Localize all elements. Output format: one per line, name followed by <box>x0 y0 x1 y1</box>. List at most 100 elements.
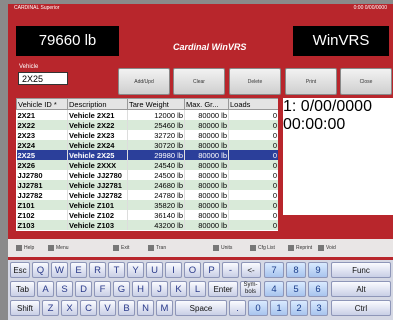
key-period[interactable]: . <box>229 300 246 316</box>
delete-button[interactable]: Delete <box>229 68 281 95</box>
table-row[interactable]: Z103 Vehicle Z103 43200 lb 80000 lb 0 <box>16 220 278 230</box>
key-1[interactable]: 1 <box>270 300 288 316</box>
key-alt[interactable]: Alt <box>331 281 391 297</box>
key-4[interactable]: 4 <box>264 281 284 297</box>
key-b[interactable]: B <box>118 300 135 316</box>
cfg-list-icon <box>250 244 256 251</box>
table-row[interactable]: Z101 Vehicle Z101 35820 lb 80000 lb 0 <box>16 200 278 210</box>
key-x[interactable]: X <box>61 300 78 316</box>
key-o[interactable]: O <box>184 262 201 278</box>
key-shift[interactable]: Shift <box>10 300 40 316</box>
key-v[interactable]: V <box>99 300 116 316</box>
cell-description: Vehicle 2XXX <box>67 160 128 170</box>
table-row[interactable]: 2X23 Vehicle 2X23 32720 lb 80000 lb 0 <box>16 130 278 140</box>
key-g[interactable]: G <box>113 281 130 297</box>
key-f[interactable]: F <box>94 281 111 297</box>
cell-tare-weight: 29980 lb <box>127 150 185 160</box>
cell-description: Vehicle 2X24 <box>67 140 128 150</box>
key-tab[interactable]: Tab <box>10 281 35 297</box>
table-row[interactable]: 2X24 Vehicle 2X24 30720 lb 80000 lb 0 <box>16 140 278 150</box>
app-title: CARDINAL Superior <box>14 5 60 11</box>
key-s[interactable]: S <box>56 281 73 297</box>
table-row[interactable]: JJ2781 Vehicle JJ2781 24680 lb 80000 lb 0 <box>16 180 278 190</box>
table-row[interactable]: JJ2782 Vehicle JJ2782 24780 lb 80000 lb 0 <box>16 190 278 200</box>
cell-description: Vehicle 2X23 <box>67 130 128 140</box>
units-button[interactable]: Units <box>213 242 232 254</box>
cfg-list-button[interactable]: Cfg List <box>250 242 275 254</box>
cell-vehicle-id: 2X22 <box>16 120 68 130</box>
col-loads[interactable]: Loads <box>228 98 278 110</box>
key-d[interactable]: D <box>75 281 92 297</box>
key-space[interactable]: Space <box>175 300 227 316</box>
help-button[interactable]: Help <box>16 242 34 254</box>
cell-description: Vehicle Z101 <box>67 200 128 210</box>
cell-description: Vehicle JJ2782 <box>67 190 128 200</box>
table-row[interactable]: 2X25 Vehicle 2X25 29980 lb 80000 lb 0 <box>16 150 278 160</box>
key-7[interactable]: 7 <box>264 262 284 278</box>
void-label: Void <box>326 245 336 251</box>
key-a[interactable]: A <box>37 281 54 297</box>
key-5[interactable]: 5 <box>286 281 306 297</box>
onscreen-keyboard: Esc Q W E R T Y U I O P - <- 7 8 9 Func … <box>8 260 393 320</box>
tran-button[interactable]: Tran <box>148 242 166 254</box>
cell-vehicle-id: 2X23 <box>16 130 68 140</box>
key-func[interactable]: Func <box>331 262 391 278</box>
key-0[interactable]: 0 <box>248 300 268 316</box>
key-q[interactable]: Q <box>32 262 49 278</box>
key-ctrl[interactable]: Ctrl <box>331 300 391 316</box>
key-enter[interactable]: Enter <box>208 281 238 297</box>
void-button[interactable]: Void <box>318 242 336 254</box>
key-m[interactable]: M <box>156 300 173 316</box>
cell-loads: 0 <box>228 220 278 230</box>
key-l[interactable]: L <box>189 281 206 297</box>
close-button[interactable]: Close <box>340 68 392 95</box>
key-9[interactable]: 9 <box>308 262 328 278</box>
key-j[interactable]: J <box>151 281 168 297</box>
key-n[interactable]: N <box>137 300 154 316</box>
col-tare-weight[interactable]: Tare Weight <box>127 98 185 110</box>
key-k[interactable]: K <box>170 281 187 297</box>
key-8[interactable]: 8 <box>286 262 306 278</box>
key-symbols[interactable]: Sym-bols <box>240 281 261 297</box>
key-esc[interactable]: Esc <box>10 262 30 278</box>
col-max-gross[interactable]: Max. Gr... <box>184 98 229 110</box>
brand-display: WinVRS <box>293 26 389 56</box>
key-t[interactable]: T <box>108 262 125 278</box>
cell-max-gross: 80000 lb <box>184 120 229 130</box>
cell-loads: 0 <box>228 170 278 180</box>
key-c[interactable]: C <box>80 300 97 316</box>
key-w[interactable]: W <box>51 262 68 278</box>
table-row[interactable]: 2X21 Vehicle 2X21 12000 lb 80000 lb 0 <box>16 109 278 120</box>
table-row[interactable]: JJ2780 Vehicle JJ2780 24500 lb 80000 lb 0 <box>16 170 278 180</box>
key-r[interactable]: R <box>89 262 106 278</box>
reprint-icon <box>288 244 294 251</box>
exit-button[interactable]: Exit <box>113 242 129 254</box>
cell-max-gross: 80000 lb <box>184 210 229 220</box>
vehicle-grid[interactable]: Vehicle ID * Description Tare Weight Max… <box>16 98 278 231</box>
clear-button[interactable]: Clear <box>173 68 225 95</box>
key-h[interactable]: H <box>132 281 149 297</box>
vehicle-input[interactable]: 2X25 <box>18 72 68 85</box>
table-row[interactable]: 2X22 Vehicle 2X22 25460 lb 80000 lb 0 <box>16 120 278 130</box>
key-u[interactable]: U <box>146 262 163 278</box>
cell-description: Vehicle Z103 <box>67 220 128 230</box>
key-backspace[interactable]: <- <box>241 262 261 278</box>
print-button[interactable]: Print <box>285 68 337 95</box>
menu-button[interactable]: Menu <box>48 242 69 254</box>
key-i[interactable]: I <box>165 262 182 278</box>
key-z[interactable]: Z <box>42 300 59 316</box>
key-6[interactable]: 6 <box>308 281 328 297</box>
key-3[interactable]: 3 <box>310 300 328 316</box>
key-e[interactable]: E <box>70 262 87 278</box>
units-label: Units <box>221 245 233 251</box>
col-description[interactable]: Description <box>67 98 128 110</box>
table-row[interactable]: 2X26 Vehicle 2XXX 24540 lb 80000 lb 0 <box>16 160 278 170</box>
key-2[interactable]: 2 <box>290 300 308 316</box>
key-dash[interactable]: - <box>222 262 239 278</box>
col-vehicle-id[interactable]: Vehicle ID * <box>16 98 68 110</box>
table-row[interactable]: Z102 Vehicle Z102 36140 lb 80000 lb 0 <box>16 210 278 220</box>
reprint-button[interactable]: Reprint <box>288 242 312 254</box>
key-y[interactable]: Y <box>127 262 144 278</box>
add-update-button[interactable]: Add/Upd <box>118 68 170 95</box>
key-p[interactable]: P <box>203 262 220 278</box>
